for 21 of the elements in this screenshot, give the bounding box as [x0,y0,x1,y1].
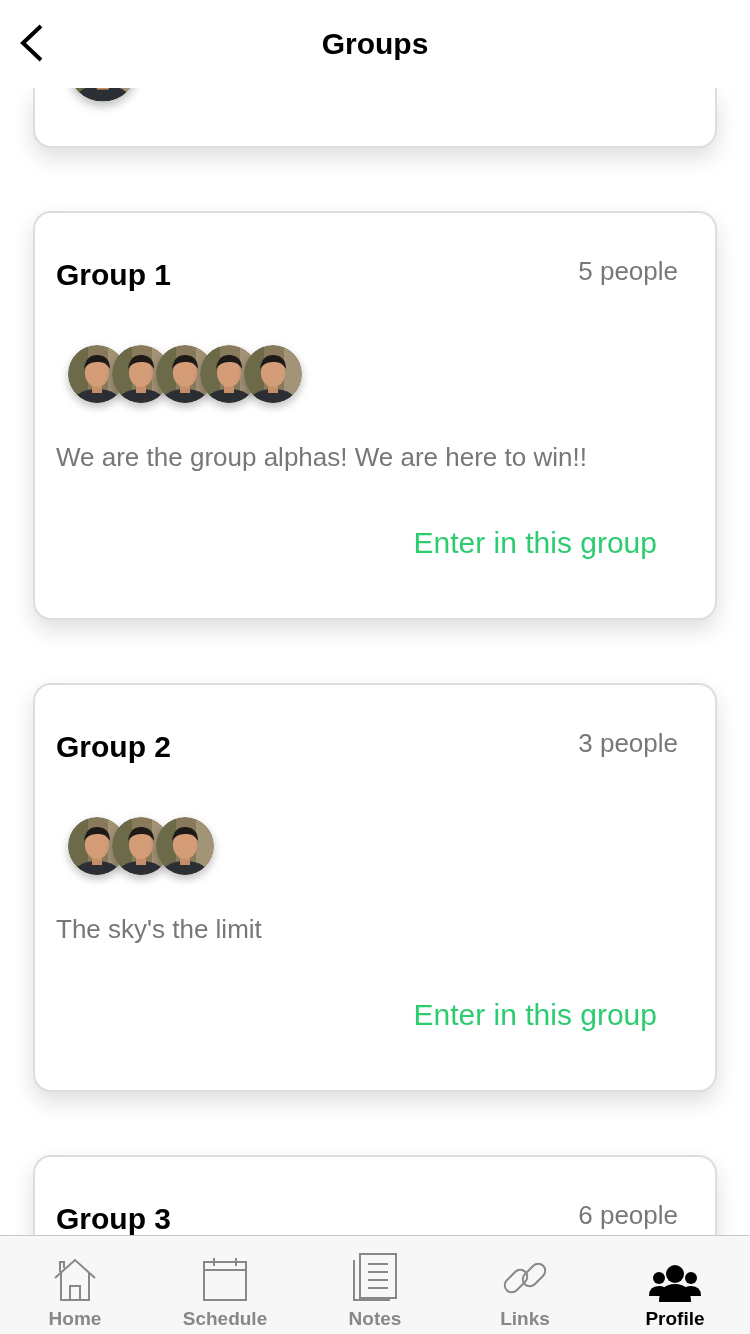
tab[interactable]: Links [450,1236,600,1334]
people-icon [649,1262,701,1302]
group-description: The sky's the limit [56,913,263,946]
group-name: Group 2 [56,730,171,764]
member-count: 3 people [578,727,678,759]
tab[interactable]: Profile [600,1236,750,1334]
tab[interactable]: Home [0,1236,150,1334]
member-count: 5 people [578,255,678,287]
tab[interactable]: Schedule [150,1236,300,1334]
group-name: Group 1 [56,258,171,292]
document-icon [352,1252,398,1302]
member-count: 6 people [578,1199,678,1231]
group-name: Group 3 [56,1202,171,1235]
tab[interactable]: Notes [300,1236,450,1334]
calendar-icon [202,1256,248,1302]
enter-group-link[interactable]: Enter in this group [413,523,657,563]
back-icon [18,24,44,62]
group-description: We are the group alphas! We are here to win!! [56,441,588,474]
enter-group-link[interactable]: Enter in this group [413,995,657,1035]
page-title: Groups [321,27,429,61]
home-icon [52,1256,98,1302]
